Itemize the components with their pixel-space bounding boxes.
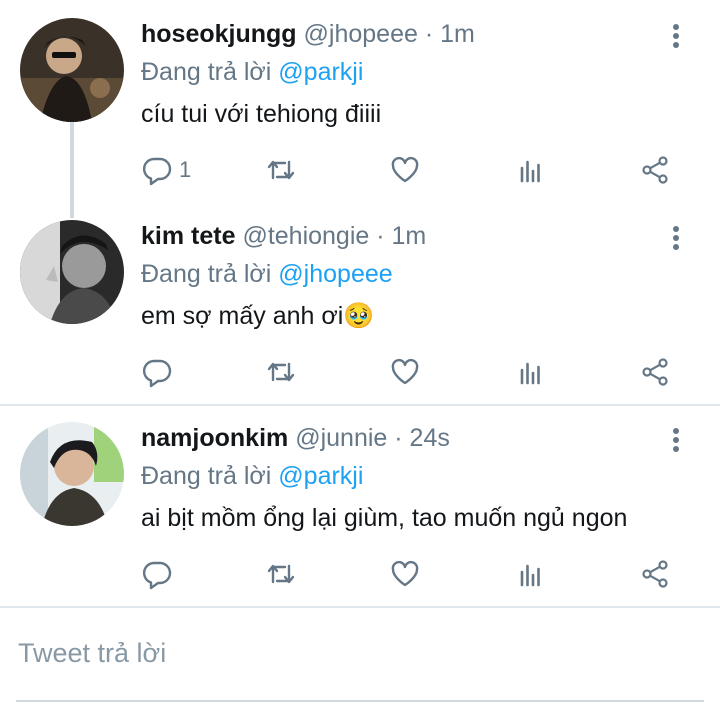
tweet-header: namjoonkim @junnie · 24s bbox=[141, 422, 450, 454]
timestamp[interactable]: 24s bbox=[410, 424, 450, 452]
separator: · bbox=[376, 222, 385, 250]
share-icon bbox=[642, 156, 668, 184]
more-icon[interactable] bbox=[664, 22, 688, 52]
reply-button[interactable] bbox=[141, 352, 179, 392]
display-name[interactable]: hoseokjungg bbox=[141, 20, 297, 48]
reply-count: 1 bbox=[179, 157, 192, 182]
reply-input[interactable]: Tweet trả lời bbox=[18, 638, 166, 669]
tweet[interactable]: kim tete @tehiongie · 1m Đang trả lời @j… bbox=[0, 202, 720, 402]
reply-button[interactable] bbox=[141, 554, 179, 594]
divider bbox=[0, 606, 720, 608]
like-icon bbox=[391, 560, 419, 587]
avatar[interactable] bbox=[20, 18, 124, 122]
reply-button[interactable]: 1 bbox=[141, 150, 191, 190]
like-icon bbox=[391, 358, 419, 385]
mention-link[interactable]: @parkji bbox=[278, 462, 363, 490]
display-name[interactable]: namjoonkim bbox=[141, 424, 288, 452]
retweet-button[interactable] bbox=[265, 150, 297, 190]
reply-context: Đang trả lời @parkji bbox=[141, 56, 363, 88]
separator: · bbox=[394, 424, 403, 452]
tweet[interactable]: hoseokjungg @jhopeee · 1m Đang trả lời @… bbox=[0, 0, 720, 218]
analytics-button[interactable] bbox=[515, 150, 547, 190]
analytics-button[interactable] bbox=[515, 352, 547, 392]
tweet-header: kim tete @tehiongie · 1m bbox=[141, 220, 426, 252]
like-button[interactable] bbox=[389, 150, 421, 190]
analytics-icon bbox=[520, 160, 540, 183]
reply-icon bbox=[142, 157, 172, 186]
tweet-actions bbox=[141, 352, 701, 392]
more-icon[interactable] bbox=[664, 224, 688, 254]
analytics-button[interactable] bbox=[515, 554, 547, 594]
reply-input-underline bbox=[16, 700, 704, 702]
like-icon bbox=[391, 156, 419, 183]
tweet-text: ai bịt mồm ổng lại giùm, tao muốn ngủ ng… bbox=[141, 504, 628, 532]
tweet[interactable]: namjoonkim @junnie · 24s Đang trả lời @p… bbox=[0, 404, 720, 604]
tweet-text: cíu tui với tehiong điiii bbox=[141, 100, 382, 128]
retweet-icon bbox=[267, 160, 295, 180]
avatar[interactable] bbox=[20, 220, 124, 324]
retweet-button[interactable] bbox=[265, 352, 297, 392]
user-handle[interactable]: @tehiongie bbox=[242, 222, 369, 250]
more-icon[interactable] bbox=[664, 426, 688, 456]
display-name[interactable]: kim tete bbox=[141, 222, 235, 250]
reply-icon bbox=[142, 359, 172, 388]
separator: · bbox=[424, 20, 434, 48]
mention-link[interactable]: @parkji bbox=[278, 58, 363, 86]
user-handle[interactable]: @jhopeee bbox=[304, 20, 418, 48]
share-button[interactable] bbox=[639, 352, 671, 392]
reply-prefix: Đang trả lời bbox=[141, 58, 272, 86]
timestamp[interactable]: 1m bbox=[440, 20, 475, 48]
reply-icon bbox=[142, 561, 172, 590]
like-button[interactable] bbox=[389, 554, 421, 594]
tweet-header: hoseokjungg @jhopeee · 1m bbox=[141, 18, 475, 50]
tweet-actions bbox=[141, 554, 701, 594]
retweet-button[interactable] bbox=[265, 554, 297, 594]
reply-prefix: Đang trả lời bbox=[141, 260, 272, 288]
reply-context: Đang trả lời @parkji bbox=[141, 460, 363, 492]
avatar[interactable] bbox=[20, 422, 124, 526]
tweet-text: em sợ mấy anh ơi🥹 bbox=[141, 302, 375, 330]
retweet-icon bbox=[267, 564, 295, 584]
mention-link[interactable]: @jhopeee bbox=[278, 260, 392, 288]
retweet-icon bbox=[267, 362, 295, 382]
like-button[interactable] bbox=[389, 352, 421, 392]
share-icon bbox=[642, 358, 668, 386]
share-button[interactable] bbox=[639, 150, 671, 190]
tweet-actions: 1 bbox=[141, 150, 701, 190]
reply-prefix: Đang trả lời bbox=[141, 462, 272, 490]
analytics-icon bbox=[520, 564, 540, 587]
share-icon bbox=[642, 560, 668, 588]
share-button[interactable] bbox=[639, 554, 671, 594]
user-handle[interactable]: @junnie bbox=[295, 424, 387, 452]
analytics-icon bbox=[520, 362, 540, 385]
timestamp[interactable]: 1m bbox=[392, 222, 427, 250]
reply-context: Đang trả lời @jhopeee bbox=[141, 258, 393, 290]
